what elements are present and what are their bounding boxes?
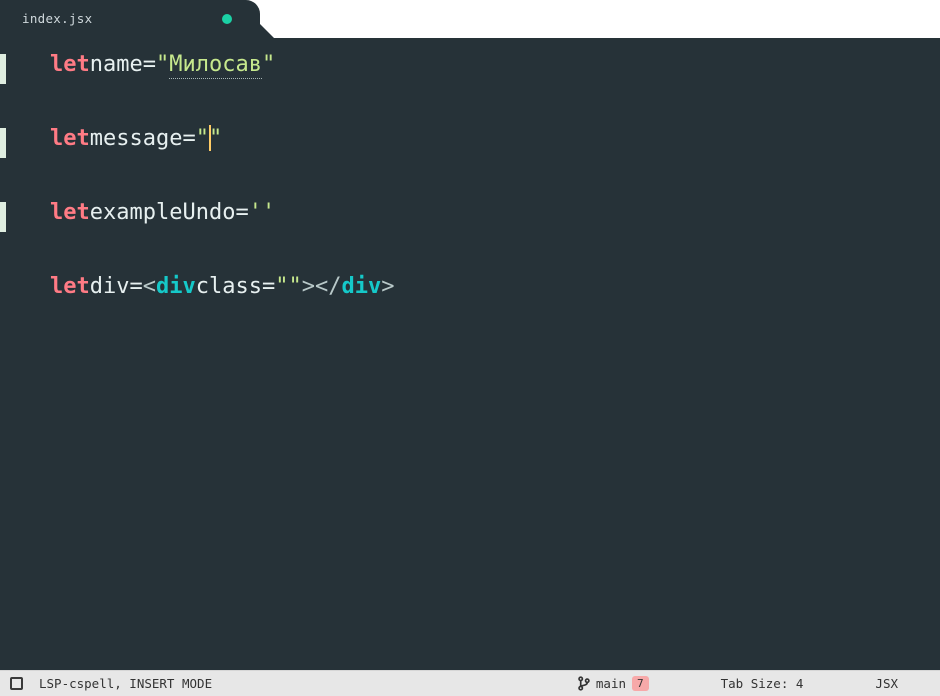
equals: =: [262, 276, 275, 298]
identifier: message: [90, 128, 183, 150]
tab-filename: index.jsx: [22, 11, 92, 26]
quote: ": [262, 52, 275, 77]
branch-changes-badge: 7: [632, 676, 649, 691]
operator: =: [130, 276, 143, 298]
blank-line: [0, 232, 940, 276]
git-branch-icon: [577, 676, 590, 691]
branch-name: main: [596, 676, 626, 691]
quote: ": [156, 52, 169, 77]
code-line[interactable]: let exampleUndo = '': [0, 202, 940, 232]
operator: =: [143, 54, 156, 76]
gutter-modified-icon: [0, 202, 6, 232]
string-literal: "": [275, 276, 302, 298]
gutter-modified-icon: [0, 128, 6, 158]
code-line[interactable]: let message = "": [0, 128, 940, 158]
tab-bar: index.jsx: [0, 0, 940, 38]
gutter-modified-icon: [0, 54, 6, 84]
status-bar: LSP-cspell, INSERT MODE main 7 Tab Size:…: [0, 670, 940, 696]
string-value: Милосав: [169, 52, 262, 79]
string-literal: "": [196, 128, 223, 150]
jsx-open-bracket: <: [143, 276, 156, 298]
identifier: name: [90, 54, 143, 76]
file-tab[interactable]: index.jsx: [0, 0, 260, 38]
jsx-close-bracket: >: [302, 276, 315, 298]
editor-window: index.jsx let name = "Милосав" let messa…: [0, 0, 940, 696]
operator: =: [235, 202, 248, 224]
code-editor[interactable]: let name = "Милосав" let message = "" le…: [0, 38, 940, 670]
keyword: let: [50, 54, 90, 76]
string-literal: '': [249, 202, 276, 224]
tab-size-indicator[interactable]: Tab Size: 4: [721, 676, 804, 691]
keyword: let: [50, 128, 90, 150]
code-line[interactable]: let div = <div class=""></div>: [0, 276, 940, 306]
blank-line: [0, 84, 940, 128]
identifier: div: [90, 276, 130, 298]
status-mode[interactable]: LSP-cspell, INSERT MODE: [39, 676, 212, 691]
jsx-tag: div: [341, 276, 381, 298]
panel-toggle-icon[interactable]: [10, 677, 23, 690]
code-line[interactable]: let name = "Милосав": [0, 54, 940, 84]
jsx-tag: div: [156, 276, 196, 298]
quote: ': [262, 200, 275, 225]
jsx-attribute: class: [196, 276, 262, 298]
blank-line: [0, 158, 940, 202]
language-indicator[interactable]: JSX: [875, 676, 898, 691]
jsx-open-bracket: </: [315, 276, 342, 298]
git-branch[interactable]: main 7: [577, 676, 649, 691]
quote: ': [249, 200, 262, 225]
keyword: let: [50, 276, 90, 298]
jsx-close-bracket: >: [381, 276, 394, 298]
dirty-indicator-icon: [222, 14, 232, 24]
operator: =: [182, 128, 195, 150]
quote: ": [196, 126, 209, 151]
keyword: let: [50, 202, 90, 224]
identifier: exampleUndo: [90, 202, 236, 224]
string-literal: "Милосав": [156, 54, 275, 76]
